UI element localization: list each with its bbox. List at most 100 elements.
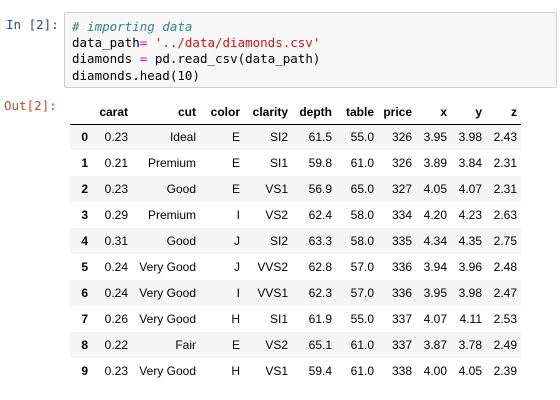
table-cell: 0.23: [104, 364, 128, 378]
table-row: 6 0.24 Very Good I VVS1 62.3 57.0 336 3.95 3.98 2.…: [70, 280, 521, 306]
code-cell[interactable]: # importing data data_path= '../data/dia…: [64, 12, 557, 88]
table-cell: VS1: [265, 364, 288, 378]
table-cell: 55.0: [350, 312, 374, 326]
table-cell: 0.31: [104, 234, 128, 248]
row-index: 9: [81, 364, 88, 378]
table-cell: 3.94: [423, 260, 447, 274]
table-cell: 2.49: [493, 338, 517, 352]
table-cell: 4.05: [458, 364, 482, 378]
column-header-table: table: [336, 100, 378, 125]
table-cell: 61.5: [308, 130, 332, 145]
table-cell: 326: [391, 130, 412, 145]
row-index: 5: [81, 260, 88, 274]
table-row: 2 0.23 Good E VS1 56.9 65.0 327 4.05 4.07 2.31: [70, 176, 521, 202]
table-cell: 3.95: [423, 286, 447, 300]
table-row: 4 0.31 Good J SI2 63.3 58.0 335 4.34 4.35 2.75: [70, 228, 521, 254]
table-cell: VS1: [265, 182, 288, 196]
row-index: 4: [81, 234, 88, 248]
code-var-diamonds: diamonds: [72, 51, 133, 67]
table-cell: 3.98: [458, 286, 482, 300]
table-cell: 3.98: [458, 130, 482, 145]
table-cell: VVS2: [257, 260, 288, 274]
table-cell: VS2: [265, 338, 288, 352]
table-header-row: carat cut color clarity depth table price x y z: [70, 100, 521, 125]
index-header: [70, 100, 92, 125]
code-var-data-path: data_path: [72, 35, 140, 51]
column-header-carat: carat: [92, 100, 132, 125]
code-assign-op: =: [139, 51, 148, 67]
table-cell: 4.07: [458, 182, 482, 196]
code-string: '../data/diamonds.csv': [154, 35, 321, 51]
table-cell: 3.95: [423, 130, 447, 145]
table-cell: 0.24: [104, 286, 128, 300]
table-cell: 3.78: [458, 338, 482, 352]
table-row: 0 0.23 Ideal E SI2 61.5 55.0 326 3.95 3.98 2.43: [70, 124, 521, 150]
table-cell: 335: [391, 234, 412, 248]
table-cell: 4.20: [423, 208, 447, 222]
table-cell: 4.07: [423, 312, 447, 326]
table-cell: 2.63: [493, 208, 517, 222]
table-cell: 65.1: [308, 338, 332, 352]
table-cell: 3.89: [423, 156, 447, 170]
table-cell: SI1: [269, 156, 288, 170]
table-cell: 4.05: [423, 182, 447, 196]
table-body: 0 0.23 Ideal E SI2 61.5 55.0 326 3.95 3.98 2.43 1 0.…: [70, 124, 521, 384]
column-header-depth: depth: [292, 100, 336, 125]
table-cell: 334: [391, 208, 412, 222]
row-index: 3: [81, 208, 88, 222]
table-cell: I: [236, 286, 240, 300]
table-cell: 4.00: [423, 364, 447, 378]
table-row: 5 0.24 Very Good J VVS2 62.8 57.0 336 3.94 3.96 2.…: [70, 254, 521, 280]
table-cell: 55.0: [350, 130, 374, 145]
table-cell: VVS1: [257, 286, 288, 300]
table-cell: 3.96: [458, 260, 482, 274]
table-cell: 0.23: [104, 182, 128, 196]
column-header-z: z: [486, 100, 521, 125]
table-cell: 2.75: [493, 234, 517, 248]
column-header-x: x: [416, 100, 451, 125]
dataframe-table: carat cut color clarity depth table price x y z 0…: [70, 100, 521, 384]
column-header-color: color: [200, 100, 244, 125]
table-cell: Good: [166, 182, 196, 196]
table-cell: 326: [391, 156, 412, 170]
table-cell: 0.23: [104, 130, 128, 145]
table-cell: Very Good: [139, 364, 196, 378]
code-editor[interactable]: # importing data data_path= '../data/dia…: [72, 19, 320, 84]
table-cell: J: [234, 234, 240, 248]
table-cell: E: [231, 156, 240, 170]
table-cell: 4.23: [458, 208, 482, 222]
table-cell: 0.29: [104, 208, 128, 222]
table-cell: 63.3: [308, 234, 332, 248]
row-index: 2: [81, 182, 88, 196]
table-cell: 62.8: [308, 260, 332, 274]
table-cell: SI2: [269, 130, 288, 145]
table-cell: 65.0: [350, 182, 374, 196]
table-cell: 337: [391, 338, 412, 352]
row-index: 0: [81, 130, 88, 145]
column-header-cut: cut: [132, 100, 200, 125]
table-cell: 4.35: [458, 234, 482, 248]
table-cell: 57.0: [350, 286, 374, 300]
table-cell: E: [231, 130, 240, 145]
row-index: 6: [81, 286, 88, 300]
output-prompt: Out[2]:: [4, 98, 57, 113]
table-row: 1 0.21 Premium E SI1 59.8 61.0 326 3.89 3.84 2.31: [70, 150, 521, 176]
table-cell: SI1: [269, 312, 288, 326]
table-cell: 0.26: [104, 312, 128, 326]
table-cell: 0.24: [104, 260, 128, 274]
table-cell: 61.0: [350, 364, 374, 378]
table-cell: 61.0: [350, 338, 374, 352]
row-index: 7: [81, 312, 88, 326]
table-cell: E: [231, 338, 240, 352]
table-cell: 3.84: [458, 156, 482, 170]
table-cell: Very Good: [139, 286, 196, 300]
table-cell: 2.31: [493, 182, 517, 196]
table-cell: 57.0: [350, 260, 374, 274]
table-cell: I: [236, 208, 240, 222]
table-cell: 327: [391, 182, 412, 196]
table-cell: Ideal: [169, 130, 196, 145]
column-header-y: y: [451, 100, 486, 125]
table-cell: 2.39: [493, 364, 517, 378]
table-cell: 2.53: [493, 312, 517, 326]
input-prompt: In [2]:: [6, 17, 59, 32]
